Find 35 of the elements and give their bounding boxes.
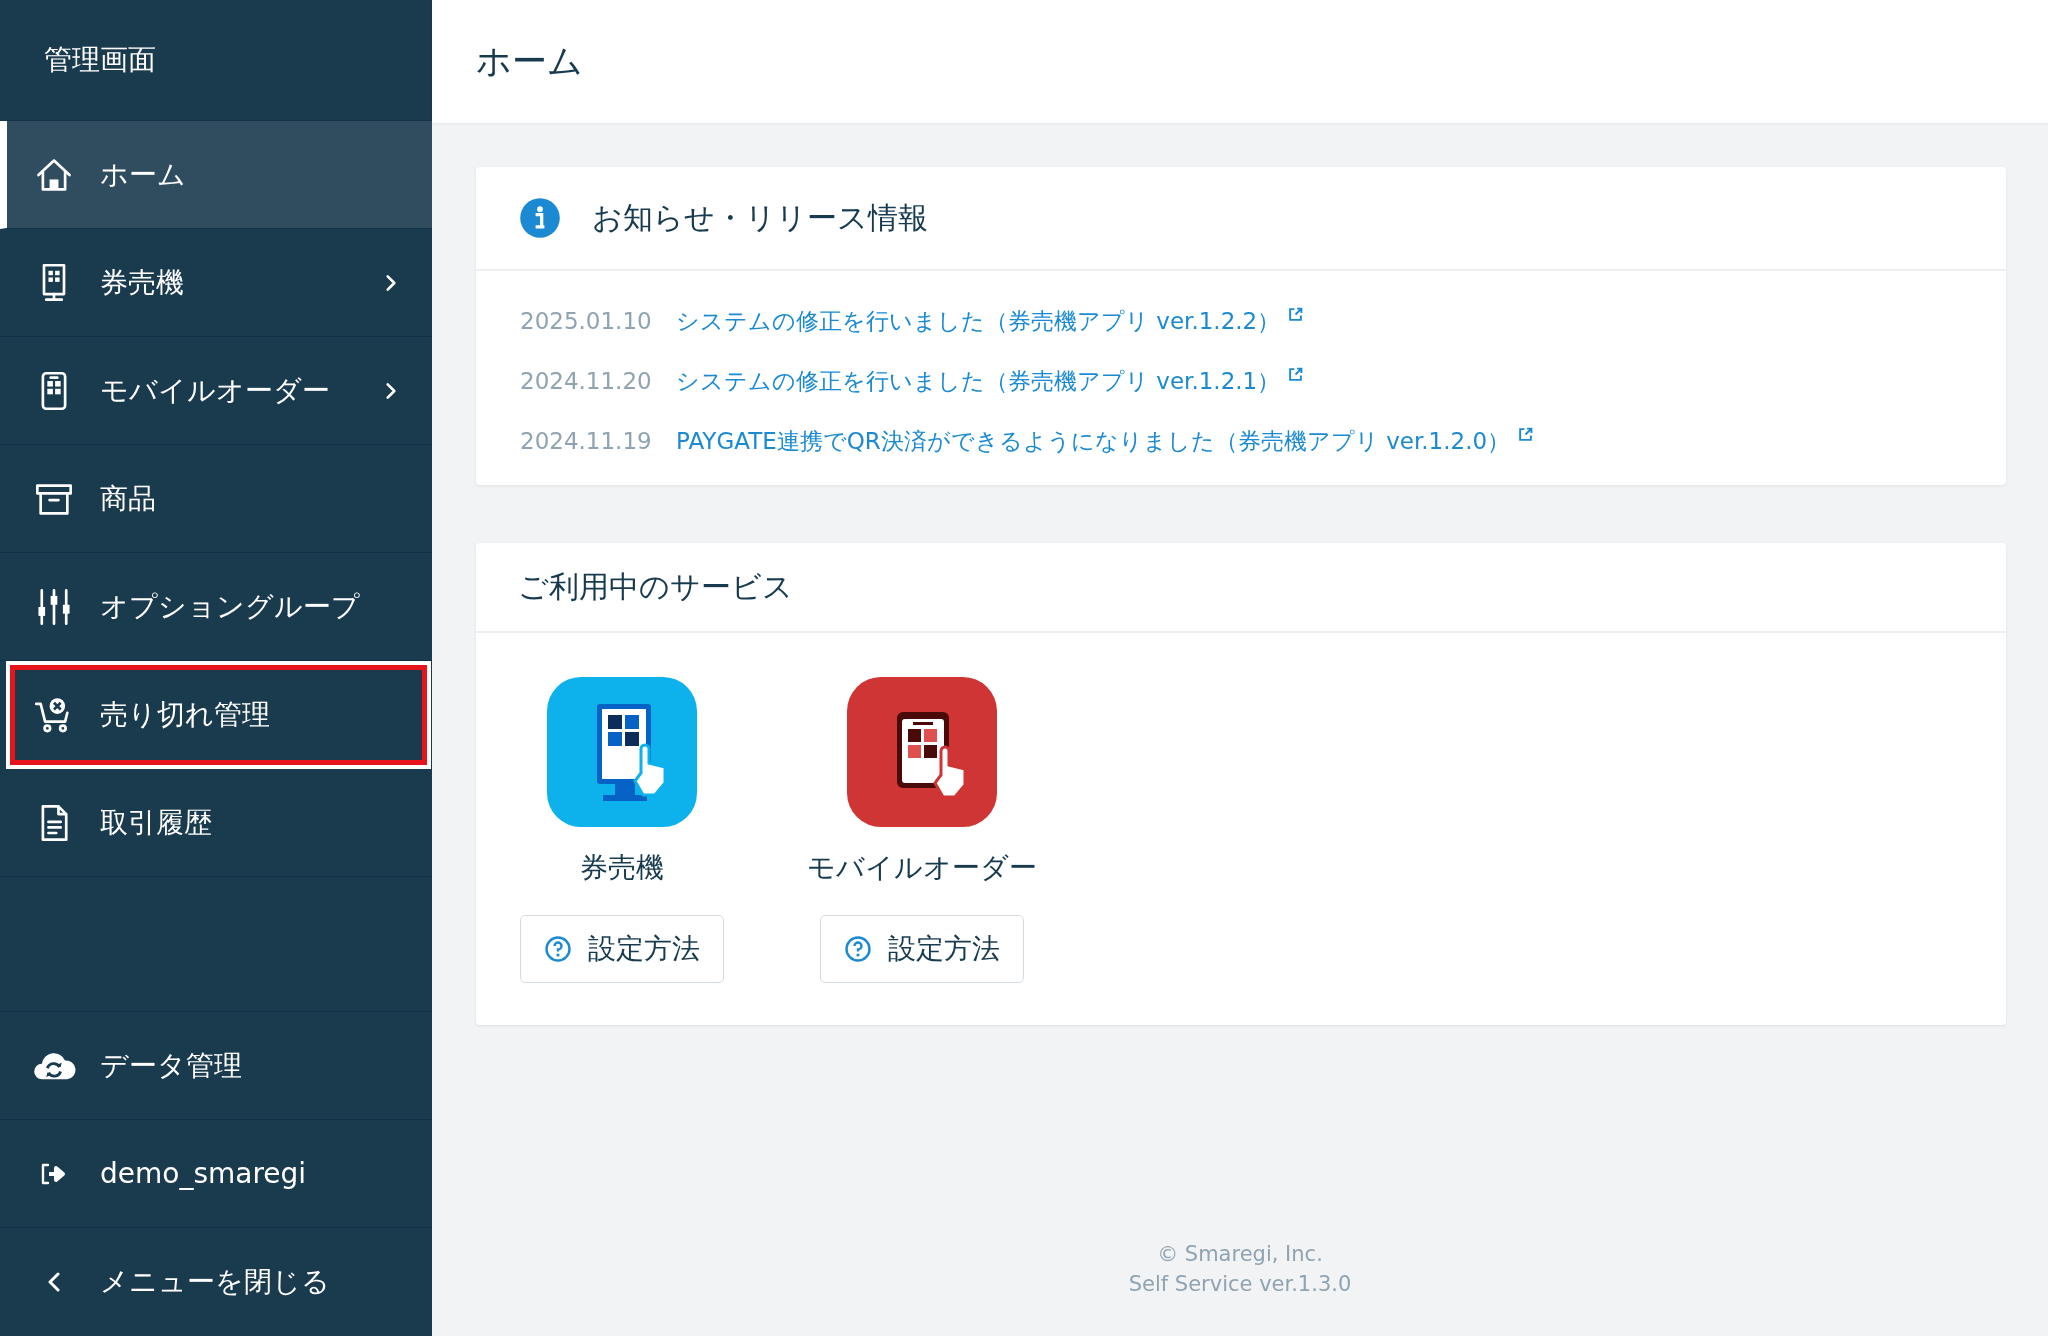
news-link[interactable]: システムの修正を行いました（券売機アプリ ver.1.2.2） [676,305,1281,337]
external-link-icon [1288,367,1304,382]
sidebar-item[interactable]: データ管理 [0,1012,432,1120]
news-date: 2024.11.20 [520,367,653,396]
sidebar-item[interactable]: メニューを閉じる [0,1228,432,1336]
sidebar-item[interactable]: 売り切れ管理 [6,661,431,769]
kiosk-app-icon [547,677,697,827]
app-title: 管理画面 [44,42,156,78]
card-title: お知らせ・リリース情報 [592,198,928,237]
sidebar-item[interactable]: モバイルオーダー [0,337,432,445]
version-text: Self Service ver.1.3.0 [1128,1272,1352,1296]
external-link-icon [1518,427,1534,442]
sidebar-item[interactable]: demo_smaregi [0,1120,432,1228]
sidebar-item[interactable]: 券売機 [0,229,432,337]
card-title: ご利用中のサービス [518,567,793,606]
sidebar-item[interactable]: 商品 [0,445,432,553]
external-link-icon [1288,307,1304,322]
service-name: 券売機 [580,850,664,886]
news-link[interactable]: PAYGATE連携でQR決済ができるようになりました（券売機アプリ ver.1.2.0） [676,425,1511,457]
sidebar-item[interactable]: 取引履歴 [0,769,432,877]
page-title: ホーム [476,40,583,83]
help-icon [844,935,872,963]
mobile-order-app-icon [847,677,997,827]
news-link[interactable]: システムの修正を行いました（券売機アプリ ver.1.2.1） [676,365,1281,397]
news-date: 2024.11.19 [520,427,653,456]
copyright-text: © Smaregi, Inc. [1157,1242,1323,1266]
help-icon [544,935,572,963]
sidebar-item[interactable]: ホーム [0,121,432,229]
info-icon [518,196,562,240]
service-name: モバイルオーダー [807,850,1037,886]
sidebar-item[interactable]: オプショングループ [0,553,432,661]
news-date: 2025.01.10 [520,307,653,336]
help-button[interactable]: 設定方法 [520,915,724,983]
chevron-left-icon [48,1272,60,1292]
help-button[interactable]: 設定方法 [820,915,1024,983]
